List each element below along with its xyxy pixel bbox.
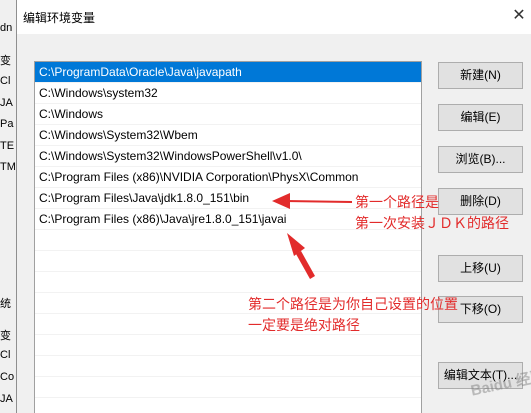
path-list-item[interactable]: C:\Windows <box>35 104 421 125</box>
path-list-item[interactable]: C:\Program Files (x86)\NVIDIA Corporatio… <box>35 167 421 188</box>
path-list-empty-row <box>35 356 421 377</box>
path-list-empty-row <box>35 335 421 356</box>
move-up-button[interactable]: 上移(U) <box>438 255 523 282</box>
background-text: 变 <box>0 330 11 342</box>
background-text: Co <box>0 371 15 383</box>
annotation-second-path-line1: 第二个路径是为你自己设置的位置 <box>248 296 458 312</box>
annotation-first-path-line1: 第一个路径是 <box>355 194 439 210</box>
background-text: JA <box>0 97 13 109</box>
path-list-empty-row <box>35 251 421 272</box>
annotation-first-path-line2: 第一次安装ＪＤＫ的路径 <box>355 215 509 231</box>
background-text: 统 <box>0 298 11 310</box>
path-list-empty-row <box>35 272 421 293</box>
path-list-item[interactable]: C:\ProgramData\Oracle\Java\javapath <box>35 62 421 83</box>
background-text: dn <box>0 22 13 34</box>
path-list-empty-row <box>35 230 421 251</box>
background-text: JA <box>0 393 13 405</box>
path-list-item[interactable]: C:\Windows\System32\Wbem <box>35 125 421 146</box>
delete-button[interactable]: 删除(D) <box>438 188 523 215</box>
path-list-empty-row <box>35 377 421 398</box>
background-text: Cl <box>0 75 11 87</box>
browse-button[interactable]: 浏览(B)... <box>438 146 523 173</box>
background-text: Cl <box>0 349 11 361</box>
title-bar: 编辑环境变量 ✕ <box>17 0 531 34</box>
close-icon[interactable]: ✕ <box>507 5 531 27</box>
annotation-second-path-line2: 一定要是绝对路径 <box>248 317 360 333</box>
background-text: Pa <box>0 118 14 130</box>
edit-environment-variable-dialog: 编辑环境变量 ✕ C:\ProgramData\Oracle\Java\java… <box>16 0 531 413</box>
background-window-strip: dn 变 Cl JA Pa TE TM 统 变 Cl Co JA <box>0 0 17 413</box>
edit-button[interactable]: 编辑(E) <box>438 104 523 131</box>
path-list[interactable]: C:\ProgramData\Oracle\Java\javapath C:\Wi… <box>34 61 422 413</box>
background-text: TE <box>0 140 15 152</box>
path-list-empty-row <box>35 314 421 335</box>
path-list-empty-row <box>35 398 421 413</box>
path-list-item[interactable]: C:\Windows\system32 <box>35 83 421 104</box>
new-button[interactable]: 新建(N) <box>438 62 523 89</box>
background-text: 变 <box>0 55 11 67</box>
path-list-item[interactable]: C:\Windows\System32\WindowsPowerShell\v1… <box>35 146 421 167</box>
dialog-title: 编辑环境变量 <box>23 11 96 25</box>
background-text: TM <box>0 161 16 173</box>
